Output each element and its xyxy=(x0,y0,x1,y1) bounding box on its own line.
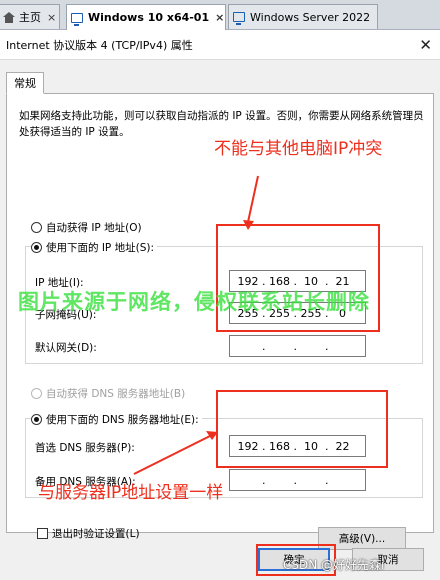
watermark-text: 图片来源于网络，侵权联系站长删除 xyxy=(18,290,370,314)
arrow-icon xyxy=(133,433,215,475)
dns-same-annotation: 与服务器IP地址设置一样 xyxy=(38,483,224,503)
csdn-credit: CSDN @好好先森i xyxy=(283,558,385,572)
tab-general[interactable]: 常规 xyxy=(6,72,44,94)
dns-highlight-box xyxy=(216,390,388,468)
arrow-icon xyxy=(247,175,259,223)
